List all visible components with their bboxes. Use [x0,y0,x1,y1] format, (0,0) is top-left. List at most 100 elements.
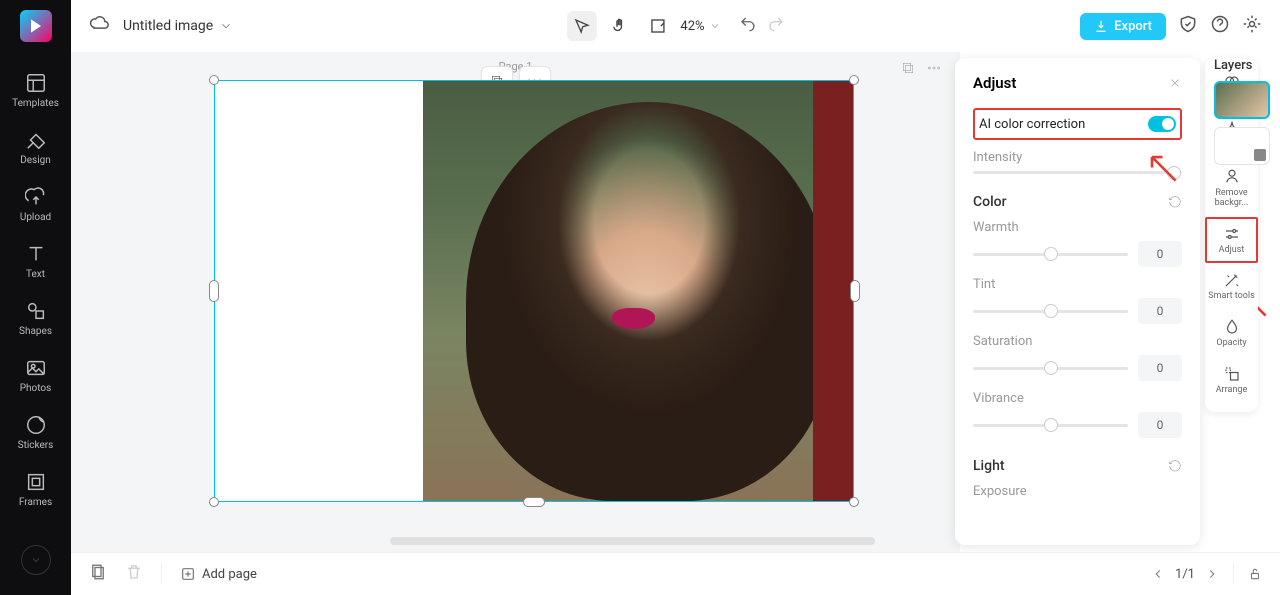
nav-text[interactable]: Text [0,233,71,290]
app-left-sidebar: Templates Design Upload Text Shapes Phot… [0,0,71,595]
adjust-label: Adjust [1219,246,1245,256]
undo-button[interactable] [739,15,757,37]
nav-stickers[interactable]: Stickers [0,404,71,461]
ai-color-toggle[interactable] [1148,116,1176,132]
chevron-down-icon [219,19,233,33]
exposure-label: Exposure [973,484,1182,499]
upload-icon [25,186,47,208]
removebg-label: Remove backgr... [1205,189,1258,209]
adjust-panel: Adjust AI color correction Intensity Col… [955,58,1200,545]
nav-templates[interactable]: Templates [0,62,71,119]
nav-label: Text [26,269,45,280]
redo-button[interactable] [767,15,785,37]
nav-shapes[interactable]: Shapes [0,290,71,347]
horizontal-scrollbar[interactable] [390,537,875,545]
export-button[interactable]: Export [1080,13,1166,40]
dots-icon[interactable] [926,60,942,80]
select-tool[interactable] [566,11,596,41]
design-icon [25,129,47,151]
add-page-button[interactable]: Add page [180,566,257,582]
app-logo-icon[interactable] [20,10,52,42]
templates-icon [25,72,47,94]
warmth-value[interactable]: 0 [1138,241,1182,267]
nav-label: Upload [20,212,51,223]
resize-handle-bottom[interactable] [523,497,545,507]
resize-handle-tr[interactable] [849,75,859,85]
tint-value[interactable]: 0 [1138,298,1182,324]
warmth-label: Warmth [973,220,1182,235]
tool-adjust[interactable]: Adjust [1205,217,1258,264]
resize-handle-bl[interactable] [209,497,219,507]
copy-icon[interactable] [900,60,916,80]
export-label: Export [1114,19,1152,34]
image-selection[interactable] [214,80,854,502]
sidebar-more-button[interactable] [21,545,51,575]
vibrance-slider[interactable] [973,424,1128,427]
plus-icon [180,566,196,582]
color-section-title: Color [973,194,1182,210]
reset-icon[interactable] [1168,195,1182,209]
reset-icon[interactable] [1168,459,1182,473]
zoom-level[interactable]: 42% [680,19,720,34]
layer-thumbnail-2[interactable] [1214,127,1270,165]
photos-icon [25,357,47,379]
tool-opacity[interactable]: Opacity [1205,310,1258,357]
nav-label: Templates [12,98,59,109]
resize-handle-left[interactable] [209,280,219,302]
tint-label: Tint [973,277,1182,292]
resize-handle-br[interactable] [849,497,859,507]
vibrance-value[interactable]: 0 [1138,412,1182,438]
nav-photos[interactable]: Photos [0,347,71,404]
nav-frames[interactable]: Frames [0,461,71,518]
export-icon [1094,19,1108,33]
document-title[interactable]: Untitled image [123,18,233,34]
tool-smart-tools[interactable]: Smart tools [1205,263,1258,310]
warmth-slider[interactable] [973,253,1128,256]
stickers-icon [25,414,47,436]
crop-tool[interactable] [642,11,672,41]
resize-handle-tl[interactable] [209,75,219,85]
tool-arrange[interactable]: Arrange [1205,357,1258,404]
topbar-right: Export [1080,13,1262,40]
close-icon[interactable] [1168,76,1182,90]
topbar: Untitled image 42% Export [71,0,1280,52]
hand-tool[interactable] [604,11,634,41]
add-page-label: Add page [202,567,257,582]
prev-page-icon[interactable] [1151,567,1165,581]
nav-upload[interactable]: Upload [0,176,71,233]
chevron-down-icon [709,20,721,32]
nav-label: Photos [20,383,52,394]
nav-label: Shapes [19,326,52,337]
panel-title: Adjust [973,74,1182,92]
tint-slider[interactable] [973,310,1128,313]
nav-label: Stickers [18,440,54,451]
nav-label: Frames [19,497,52,508]
canvas-area[interactable]: Page 1 ••• [71,52,960,552]
settings-icon[interactable] [1242,14,1262,38]
layers-panel: Layers [1208,58,1280,165]
saturation-slider[interactable] [973,367,1128,370]
shield-icon[interactable] [1178,14,1198,38]
bottombar: Add page 1/1 [71,552,1280,595]
canvas-image[interactable] [423,81,853,501]
lock-icon[interactable] [1248,567,1262,581]
pages-icon[interactable] [89,563,107,585]
page-count: 1/1 [1175,567,1195,582]
layer-thumbnail-1[interactable] [1214,81,1270,119]
nav-design[interactable]: Design [0,119,71,176]
delete-icon[interactable] [125,563,143,585]
annotation-arrow-1 [1145,150,1180,185]
opacity-label: Opacity [1216,339,1246,349]
divider [1233,564,1234,584]
zoom-text: 42% [680,19,704,34]
tool-remove-background[interactable]: Remove backgr... [1205,160,1258,217]
cloud-sync-icon[interactable] [89,14,109,38]
color-title: Color [973,194,1007,210]
next-page-icon[interactable] [1205,567,1219,581]
layers-title: Layers [1214,58,1280,73]
saturation-value[interactable]: 0 [1138,355,1182,381]
resize-handle-right[interactable] [850,280,860,302]
help-icon[interactable] [1210,14,1230,38]
text-icon [25,243,47,265]
ai-color-correction-row: AI color correction [973,108,1182,140]
